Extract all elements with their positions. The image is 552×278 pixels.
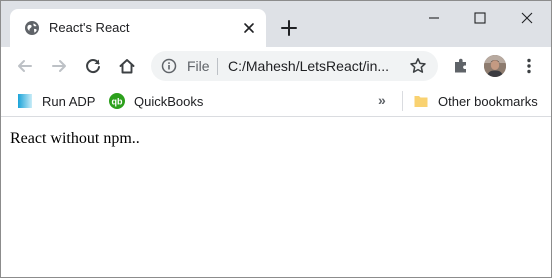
minimize-icon	[429, 17, 439, 19]
close-window-button[interactable]	[503, 1, 551, 35]
bookmark-quickbooks[interactable]: qb QuickBooks	[109, 91, 203, 111]
page-content: React without npm..	[1, 118, 551, 277]
quickbooks-icon: qb	[109, 93, 125, 109]
bookmarks-bar: Run ADP qb QuickBooks » Other bookmarks	[1, 85, 551, 117]
scheme-label: File	[187, 58, 210, 74]
close-tab-icon[interactable]	[241, 20, 257, 36]
folder-icon	[414, 96, 428, 107]
home-icon	[119, 59, 135, 74]
puzzle-icon	[455, 58, 466, 73]
extensions-button[interactable]	[451, 56, 471, 76]
home-button[interactable]	[117, 56, 137, 76]
browser-window: React's React File C:/Mahesh/LetsReact/i…	[0, 0, 552, 278]
svg-text:qb: qb	[112, 96, 123, 106]
bookmark-star-icon[interactable]	[409, 57, 427, 75]
profile-photo	[484, 55, 506, 77]
globe-icon	[25, 21, 39, 35]
tab-active[interactable]: React's React	[10, 9, 266, 47]
bookmark-label: QuickBooks	[134, 93, 204, 109]
maximize-icon	[474, 12, 486, 24]
back-button[interactable]	[15, 56, 35, 76]
minimize-button[interactable]	[410, 1, 458, 35]
back-arrow-icon	[18, 60, 32, 72]
other-bookmarks[interactable]: Other bookmarks	[413, 91, 538, 111]
kebab-menu-icon	[527, 58, 531, 74]
omnibox-divider	[217, 58, 218, 75]
url-text[interactable]: C:/Mahesh/LetsReact/in...	[228, 58, 403, 74]
profile-avatar[interactable]	[484, 55, 506, 77]
bookmarks-overflow-chevron[interactable]: »	[378, 92, 386, 108]
page-body-text: React without npm..	[10, 130, 140, 147]
menu-button[interactable]	[519, 56, 539, 76]
info-icon[interactable]	[161, 58, 177, 74]
new-tab-plus-icon[interactable]	[280, 19, 298, 37]
maximize-button[interactable]	[456, 1, 504, 35]
adp-icon	[18, 94, 32, 108]
bookmarks-divider	[402, 91, 403, 111]
forward-arrow-icon	[52, 60, 66, 72]
reload-icon	[86, 59, 100, 74]
address-bar[interactable]: File C:/Mahesh/LetsReact/in...	[151, 51, 438, 81]
bookmark-label: Run ADP	[42, 93, 96, 109]
toolbar: File C:/Mahesh/LetsReact/in...	[1, 47, 551, 85]
other-bookmarks-label: Other bookmarks	[438, 93, 538, 109]
forward-button[interactable]	[49, 56, 69, 76]
close-icon	[521, 12, 533, 24]
tab-title: React's React	[49, 20, 130, 35]
reload-button[interactable]	[83, 56, 103, 76]
bookmark-run-adp[interactable]: Run ADP	[17, 91, 95, 111]
tab-strip: React's React	[1, 1, 551, 47]
